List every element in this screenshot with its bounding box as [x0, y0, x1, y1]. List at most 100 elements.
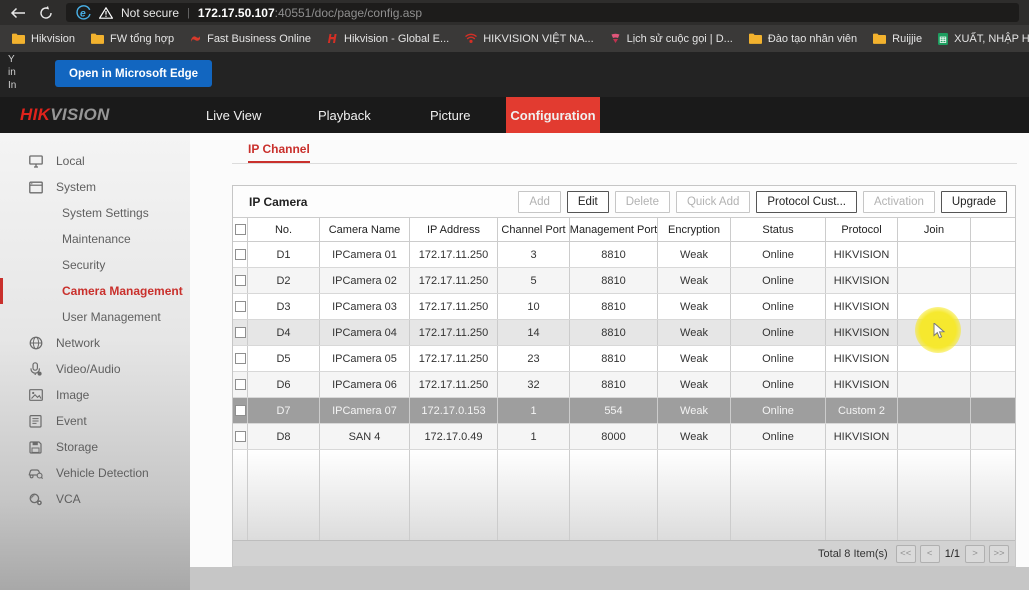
table-row-d2[interactable]: D2IPCamera 02172.17.11.25058810WeakOnlin… [233, 268, 1015, 294]
bookmark-lich-su-cuoc-goi-d[interactable]: Lịch sử cuộc gọi | D... [610, 33, 733, 45]
tab-picture[interactable]: Picture [430, 97, 470, 133]
vehicle-icon [28, 467, 43, 479]
cell-mgmt_port: 8810 [570, 320, 658, 345]
bookmark-fast-business-online[interactable]: Fast Business Online [190, 33, 311, 45]
cell-encryption: Weak [658, 372, 731, 397]
cell-encryption: Weak [658, 294, 731, 319]
sidebar-item-user-management[interactable]: User Management [0, 304, 190, 330]
vca-icon [28, 493, 43, 506]
sidebar-item-maintenance[interactable]: Maintenance [0, 226, 190, 252]
row-checkbox[interactable] [235, 275, 246, 286]
table-toolbar-buttons: AddEditDeleteQuick AddProtocol Cust...Ac… [518, 191, 1007, 213]
address-bar[interactable]: e Not secure | 172.17.50.107:40551/doc/p… [66, 3, 1019, 22]
bookmark-ao-tao-nhan-vien[interactable]: Đào tạo nhân viên [749, 33, 857, 45]
row-checkbox[interactable] [235, 301, 246, 312]
edit-button[interactable]: Edit [567, 191, 609, 213]
sidebar-item-camera-management[interactable]: Camera Management [0, 278, 190, 304]
sidebar-item-system[interactable]: System [0, 174, 190, 200]
row-checkbox[interactable] [235, 353, 246, 364]
row-checkbox[interactable] [235, 431, 246, 442]
row-checkbox[interactable] [235, 379, 246, 390]
cell-join [898, 268, 971, 293]
bookmark-xuat-nhap-hang[interactable]: XUẤT, NHẬP HÀNG... [938, 33, 1029, 45]
sidebar-item-image[interactable]: Image [0, 382, 190, 408]
sidebar-item-label: System Settings [62, 206, 149, 220]
sidebar-item-label: Storage [56, 440, 98, 454]
tab-live-view[interactable]: Live View [206, 97, 261, 133]
upgrade-button[interactable]: Upgrade [941, 191, 1007, 213]
url-host: 172.17.50.107 [198, 6, 275, 20]
url-path: :40551/doc/page/config.asp [275, 6, 422, 20]
activation-button: Activation [863, 191, 935, 213]
bookmark-hikvision[interactable]: Hikvision [12, 33, 75, 45]
select-all-checkbox[interactable] [235, 224, 246, 235]
table-row-d6[interactable]: D6IPCamera 06172.17.11.250328810WeakOnli… [233, 372, 1015, 398]
sidebar-item-event[interactable]: Event [0, 408, 190, 434]
total-items-label: Total 8 Item(s) [818, 548, 888, 560]
sidebar-item-storage[interactable]: Storage [0, 434, 190, 460]
sidebar-item-label: Event [56, 414, 87, 428]
sidebar-item-network[interactable]: Network [0, 330, 190, 356]
refresh-icon[interactable] [39, 6, 53, 20]
bookmark-label: Ruijjie [892, 33, 922, 45]
cell-mgmt_port: 8810 [570, 346, 658, 371]
table-row-d1[interactable]: D1IPCamera 01172.17.11.25038810WeakOnlin… [233, 242, 1015, 268]
protocol-cust-button[interactable]: Protocol Cust... [756, 191, 857, 213]
row-checkbox[interactable] [235, 249, 246, 260]
sidebar-item-security[interactable]: Security [0, 252, 190, 278]
nav-tabs: Live View Playback Picture Configuration [0, 97, 1029, 133]
sidebar-item-system-settings[interactable]: System Settings [0, 200, 190, 226]
cell-encryption: Weak [658, 242, 731, 267]
bookmark-label: Hikvision - Global E... [344, 33, 449, 45]
pager-prev-button[interactable]: < [920, 545, 940, 563]
cell-channel_port: 23 [498, 346, 570, 371]
sidebar-item-local[interactable]: Local [0, 148, 190, 174]
row-checkbox-cell [233, 320, 248, 345]
cell-no: D8 [248, 424, 320, 449]
cell-protocol: HIKVISION [826, 424, 898, 449]
row-checkbox[interactable] [235, 327, 246, 338]
table-row-d4[interactable]: D4IPCamera 04172.17.11.250148810WeakOnli… [233, 320, 1015, 346]
pager-first-button[interactable]: << [896, 545, 916, 563]
bookmark-ruijjie[interactable]: Ruijjie [873, 33, 922, 45]
mouse-cursor [933, 323, 948, 339]
cell-name: IPCamera 03 [320, 294, 410, 319]
cell-join [898, 398, 971, 423]
sidebar-item-label: Maintenance [62, 232, 131, 246]
cell-status: Online [731, 346, 826, 371]
bookmark-hikvision-global-e[interactable]: Hikvision - Global E... [327, 33, 449, 45]
cell-status: Online [731, 424, 826, 449]
back-icon[interactable] [10, 7, 26, 19]
add-button: Add [518, 191, 560, 213]
table-row-d8[interactable]: D8SAN 4172.17.0.4918000WeakOnlineHIKVISI… [233, 424, 1015, 450]
cell-ip: 172.17.0.153 [410, 398, 498, 423]
pager-last-button[interactable]: >> [989, 545, 1009, 563]
cell-extra [971, 294, 1015, 319]
cell-no: D1 [248, 242, 320, 267]
sidebar-item-video-audio[interactable]: Video/Audio [0, 356, 190, 382]
cell-extra [971, 320, 1015, 345]
bookmark-fw-tong-hop[interactable]: FW tổng hợp [91, 33, 174, 45]
sidebar-item-vca[interactable]: VCA [0, 486, 190, 512]
table-row-d3[interactable]: D3IPCamera 03172.17.11.250108810WeakOnli… [233, 294, 1015, 320]
sidebar-item-vehicle-detection[interactable]: Vehicle Detection [0, 460, 190, 486]
cell-status: Online [731, 268, 826, 293]
cell-ip: 172.17.11.250 [410, 320, 498, 345]
cell-status: Online [731, 372, 826, 397]
table-row-d5[interactable]: D5IPCamera 05172.17.11.250238810WeakOnli… [233, 346, 1015, 372]
pager-next-button[interactable]: > [965, 545, 985, 563]
cell-no: D4 [248, 320, 320, 345]
row-checkbox[interactable] [235, 405, 246, 416]
row-checkbox-cell [233, 268, 248, 293]
open-in-edge-button[interactable]: Open in Microsoft Edge [55, 60, 212, 87]
bookmark-hikvision-viet-na[interactable]: HIKVISION VIỆT NA... [465, 33, 593, 45]
cell-protocol: HIKVISION [826, 294, 898, 319]
cell-name: IPCamera 04 [320, 320, 410, 345]
table-row-d7[interactable]: D7IPCamera 07172.17.0.1531554WeakOnlineC… [233, 398, 1015, 424]
filler-cell [248, 450, 320, 540]
select-all-cell [233, 218, 248, 241]
tab-ip-channel[interactable]: IP Channel [248, 142, 310, 163]
sidebar-item-label: System [56, 180, 96, 194]
tab-playback[interactable]: Playback [318, 97, 371, 133]
tab-configuration[interactable]: Configuration [506, 97, 600, 133]
